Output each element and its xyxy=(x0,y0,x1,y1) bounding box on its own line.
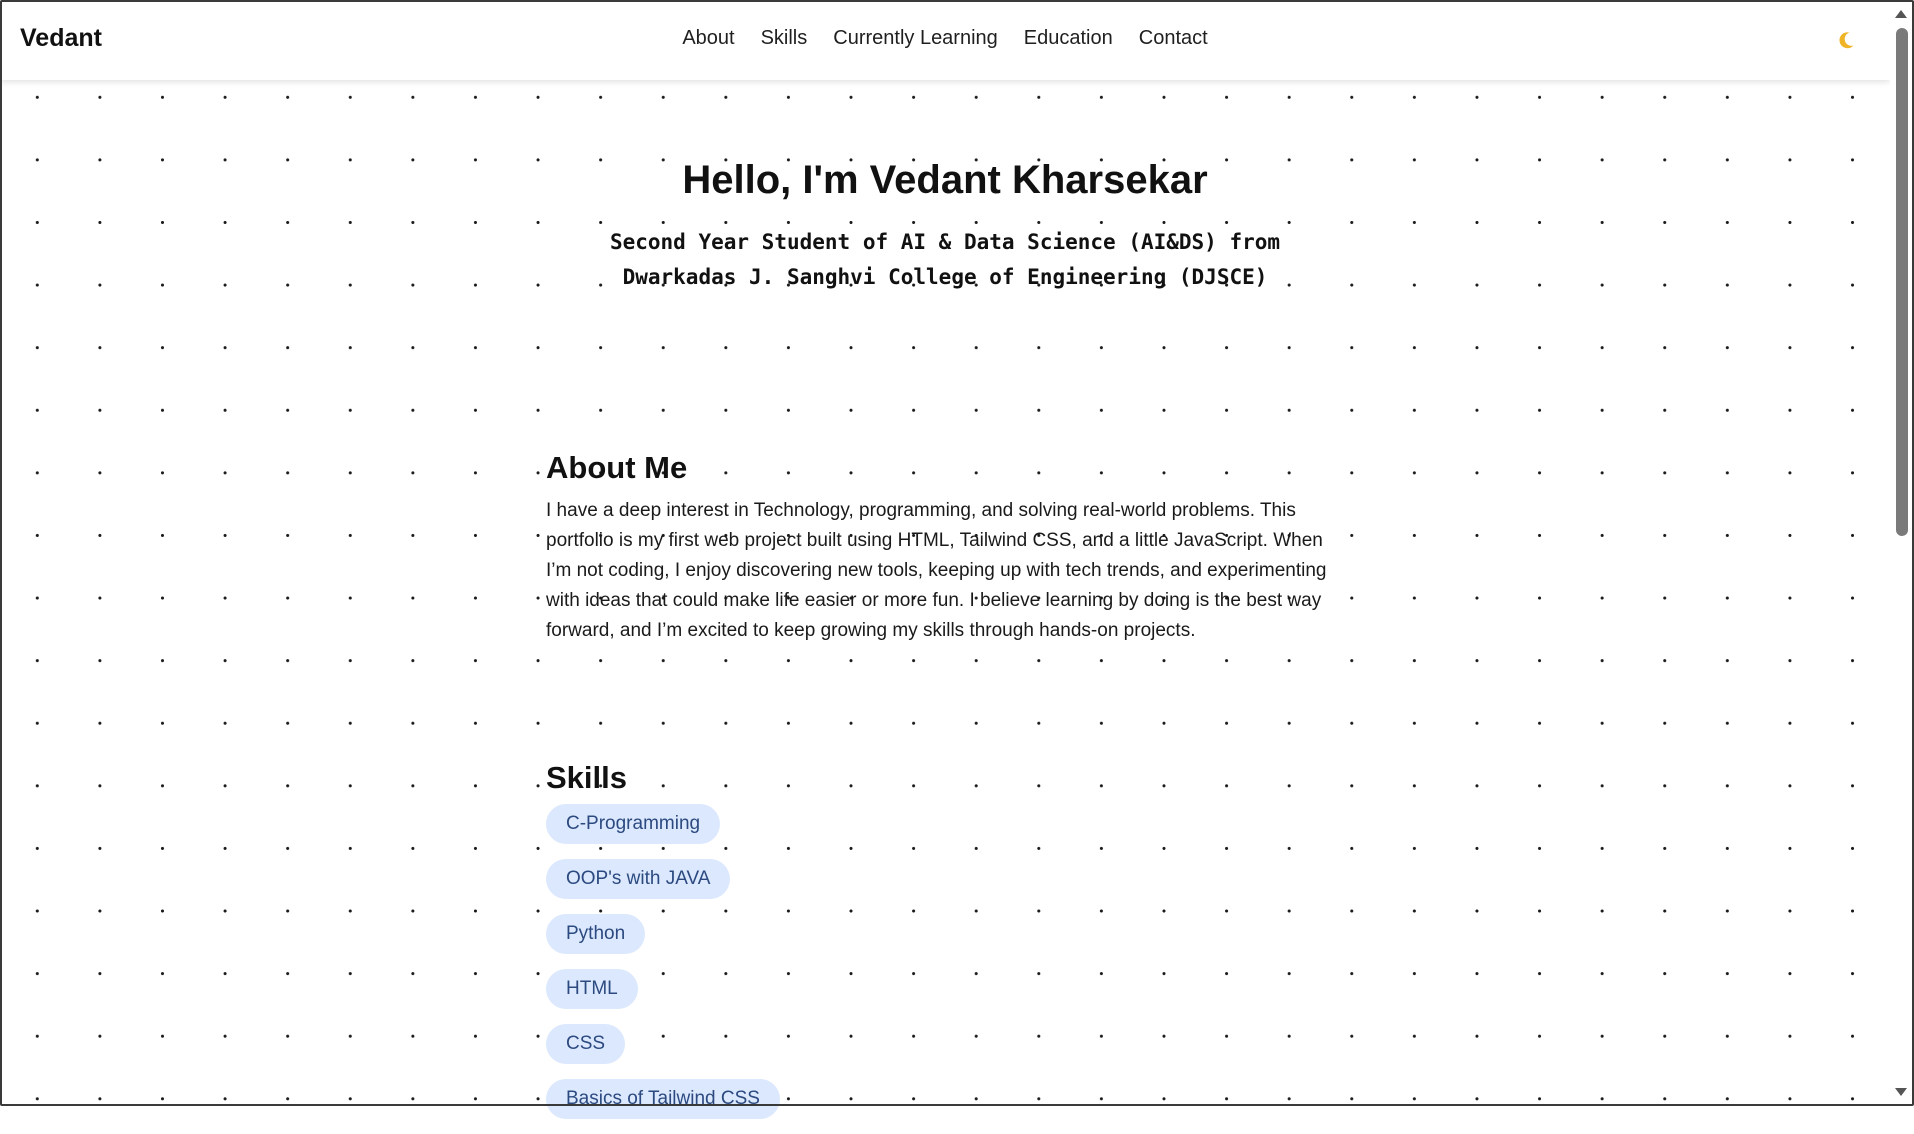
moon-icon xyxy=(1832,32,1860,57)
scroll-thumb[interactable] xyxy=(1896,28,1908,536)
hero-subtitle: Second Year Student of AI & Data Science… xyxy=(595,225,1295,295)
nav-link-education[interactable]: Education xyxy=(1024,27,1113,50)
skill-pill-java: OOP's with JAVA xyxy=(546,859,731,899)
skill-pill-tailwind: Basics of Tailwind CSS xyxy=(546,1079,780,1119)
about-section: About Me I have a deep interest in Techn… xyxy=(546,450,1346,646)
skill-pill-html: HTML xyxy=(546,969,638,1009)
skills-section: Skills C-Programming OOP's with JAVA Pyt… xyxy=(546,760,1346,1134)
scroll-up-arrow-icon[interactable] xyxy=(1895,10,1907,18)
skill-pill-python: Python xyxy=(546,914,646,954)
hero-subtitle-line-2: Dwarkadas J. Sanghvi College of Engineer… xyxy=(622,265,1268,289)
about-heading: About Me xyxy=(546,450,688,485)
theme-toggle-button[interactable] xyxy=(1832,26,1860,54)
skill-pill-c-programming: C-Programming xyxy=(546,804,721,844)
navbar: Vedant About Skills Currently Learning E… xyxy=(0,0,1890,80)
page-scrollbar[interactable] xyxy=(1890,0,1914,1106)
hero-subtitle-line-1: Second Year Student of AI & Data Science… xyxy=(609,230,1281,254)
nav-links: About Skills Currently Learning Educatio… xyxy=(0,27,1890,50)
about-text: I have a deep interest in Technology, pr… xyxy=(546,500,1327,641)
skills-heading: Skills xyxy=(546,760,627,795)
hero-title: Hello, I'm Vedant Kharsekar xyxy=(682,158,1208,202)
nav-link-currently-learning[interactable]: Currently Learning xyxy=(833,27,998,50)
hero-section: Hello, I'm Vedant Kharsekar Second Year … xyxy=(0,158,1890,295)
scroll-down-arrow-icon[interactable] xyxy=(1895,1088,1907,1096)
nav-link-skills[interactable]: Skills xyxy=(761,27,808,50)
skill-list: C-Programming OOP's with JAVA Python HTM… xyxy=(546,804,1346,1119)
nav-link-contact[interactable]: Contact xyxy=(1139,27,1208,50)
skill-pill-css: CSS xyxy=(546,1024,626,1064)
nav-link-about[interactable]: About xyxy=(682,27,734,50)
